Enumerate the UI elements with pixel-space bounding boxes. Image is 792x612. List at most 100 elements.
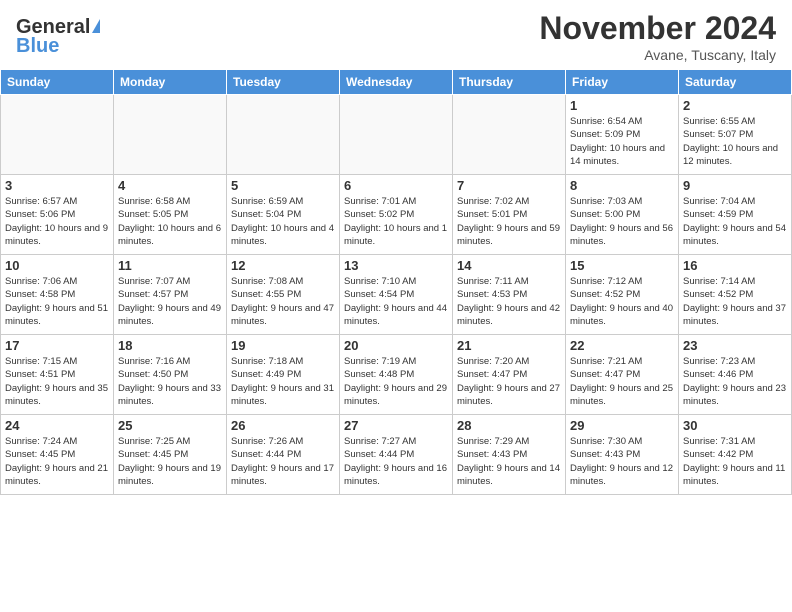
day-number: 28 [457,418,561,433]
day-info: Sunrise: 7:18 AM Sunset: 4:49 PM Dayligh… [231,355,335,408]
table-row [1,95,114,175]
table-row: 17 Sunrise: 7:15 AM Sunset: 4:51 PM Dayli… [1,335,114,415]
day-info: Sunrise: 6:57 AM Sunset: 5:06 PM Dayligh… [5,195,109,248]
day-info: Sunrise: 6:58 AM Sunset: 5:05 PM Dayligh… [118,195,222,248]
table-row: 5Sunrise: 6:59 AM Sunset: 5:04 PM Daylig… [227,175,340,255]
day-info: Sunrise: 7:06 AM Sunset: 4:58 PM Dayligh… [5,275,109,328]
col-tuesday: Tuesday [227,70,340,95]
day-info: Sunrise: 7:23 AM Sunset: 4:46 PM Dayligh… [683,355,787,408]
table-row [227,95,340,175]
table-row: 1 Sunrise: 6:54 AM Sunset: 5:09 PM Daylig… [566,95,679,175]
day-info: Sunrise: 7:10 AM Sunset: 4:54 PM Dayligh… [344,275,448,328]
table-row: 4 Sunrise: 6:58 AM Sunset: 5:05 PM Daylig… [114,175,227,255]
day-number: 13 [344,258,448,273]
day-number: 18 [118,338,222,353]
col-sunday: Sunday [1,70,114,95]
day-info: Sunrise: 6:54 AM Sunset: 5:09 PM Dayligh… [570,115,674,168]
day-number: 1 [570,98,674,113]
day-number: 23 [683,338,787,353]
table-row: 6 Sunrise: 7:01 AM Sunset: 5:02 PM Daylig… [340,175,453,255]
day-info: Sunrise: 7:03 AM Sunset: 5:00 PM Dayligh… [570,195,674,248]
day-info: Sunrise: 7:25 AM Sunset: 4:45 PM Dayligh… [118,435,222,488]
day-number: 4 [118,178,222,193]
day-number: 30 [683,418,787,433]
day-number: 20 [344,338,448,353]
table-row: 13 Sunrise: 7:10 AM Sunset: 4:54 PM Dayli… [340,255,453,335]
day-number: 10 [5,258,109,273]
day-info: Sunrise: 7:27 AM Sunset: 4:44 PM Dayligh… [344,435,448,488]
calendar-week-row: 1 Sunrise: 6:54 AM Sunset: 5:09 PM Daylig… [1,95,792,175]
col-wednesday: Wednesday [340,70,453,95]
day-info: Sunrise: 7:30 AM Sunset: 4:43 PM Dayligh… [570,435,674,488]
day-info: Sunrise: 7:01 AM Sunset: 5:02 PM Dayligh… [344,195,448,248]
calendar-table: Sunday Monday Tuesday Wednesday Thursday… [0,69,792,495]
col-friday: Friday [566,70,679,95]
day-number: 16 [683,258,787,273]
day-info: Sunrise: 7:07 AM Sunset: 4:57 PM Dayligh… [118,275,222,328]
table-row: 8 Sunrise: 7:03 AM Sunset: 5:00 PM Daylig… [566,175,679,255]
day-number: 2 [683,98,787,113]
day-info: Sunrise: 7:20 AM Sunset: 4:47 PM Dayligh… [457,355,561,408]
table-row: 14Sunrise: 7:11 AM Sunset: 4:53 PM Dayli… [453,255,566,335]
table-row: 24 Sunrise: 7:24 AM Sunset: 4:45 PM Dayli… [1,415,114,495]
table-row: 7 Sunrise: 7:02 AM Sunset: 5:01 PM Daylig… [453,175,566,255]
day-info: Sunrise: 7:24 AM Sunset: 4:45 PM Dayligh… [5,435,109,488]
day-number: 21 [457,338,561,353]
day-number: 12 [231,258,335,273]
day-info: Sunrise: 7:21 AM Sunset: 4:47 PM Dayligh… [570,355,674,408]
table-row: 18 Sunrise: 7:16 AM Sunset: 4:50 PM Dayli… [114,335,227,415]
day-info: Sunrise: 7:04 AM Sunset: 4:59 PM Dayligh… [683,195,787,248]
table-row: 2 Sunrise: 6:55 AM Sunset: 5:07 PM Daylig… [679,95,792,175]
day-info: Sunrise: 7:12 AM Sunset: 4:52 PM Dayligh… [570,275,674,328]
logo-blue-text: Blue [16,35,59,58]
day-info: Sunrise: 6:55 AM Sunset: 5:07 PM Dayligh… [683,115,787,168]
day-number: 8 [570,178,674,193]
day-info: Sunrise: 7:15 AM Sunset: 4:51 PM Dayligh… [5,355,109,408]
day-number: 7 [457,178,561,193]
table-row: 28Sunrise: 7:29 AM Sunset: 4:43 PM Dayli… [453,415,566,495]
day-number: 24 [5,418,109,433]
table-row: 20 Sunrise: 7:19 AM Sunset: 4:48 PM Dayli… [340,335,453,415]
table-row: 22Sunrise: 7:21 AM Sunset: 4:47 PM Dayli… [566,335,679,415]
day-info: Sunrise: 7:26 AM Sunset: 4:44 PM Dayligh… [231,435,335,488]
day-info: Sunrise: 7:02 AM Sunset: 5:01 PM Dayligh… [457,195,561,248]
day-info: Sunrise: 7:08 AM Sunset: 4:55 PM Dayligh… [231,275,335,328]
table-row: 30 Sunrise: 7:31 AM Sunset: 4:42 PM Dayli… [679,415,792,495]
day-info: Sunrise: 7:16 AM Sunset: 4:50 PM Dayligh… [118,355,222,408]
col-saturday: Saturday [679,70,792,95]
day-number: 9 [683,178,787,193]
day-number: 14 [457,258,561,273]
table-row: 23 Sunrise: 7:23 AM Sunset: 4:46 PM Dayli… [679,335,792,415]
page-wrapper: General Blue November 2024 Avane, Tuscan… [0,0,792,612]
title-block: November 2024 Avane, Tuscany, Italy [539,10,776,63]
table-row: 19 Sunrise: 7:18 AM Sunset: 4:49 PM Dayli… [227,335,340,415]
col-monday: Monday [114,70,227,95]
day-info: Sunrise: 6:59 AM Sunset: 5:04 PM Dayligh… [231,195,335,248]
day-number: 27 [344,418,448,433]
table-row [453,95,566,175]
calendar-week-row: 24 Sunrise: 7:24 AM Sunset: 4:45 PM Dayli… [1,415,792,495]
table-row [114,95,227,175]
day-info: Sunrise: 7:19 AM Sunset: 4:48 PM Dayligh… [344,355,448,408]
col-thursday: Thursday [453,70,566,95]
day-number: 26 [231,418,335,433]
day-number: 15 [570,258,674,273]
day-number: 11 [118,258,222,273]
table-row: 12 Sunrise: 7:08 AM Sunset: 4:55 PM Dayli… [227,255,340,335]
day-info: Sunrise: 7:14 AM Sunset: 4:52 PM Dayligh… [683,275,787,328]
table-row: 29 Sunrise: 7:30 AM Sunset: 4:43 PM Dayli… [566,415,679,495]
table-row: 3Sunrise: 6:57 AM Sunset: 5:06 PM Daylig… [1,175,114,255]
day-number: 19 [231,338,335,353]
table-row: 16 Sunrise: 7:14 AM Sunset: 4:52 PM Dayli… [679,255,792,335]
logo: General Blue [16,16,100,58]
day-number: 17 [5,338,109,353]
day-number: 6 [344,178,448,193]
day-info: Sunrise: 7:31 AM Sunset: 4:42 PM Dayligh… [683,435,787,488]
table-row: 27 Sunrise: 7:27 AM Sunset: 4:44 PM Dayli… [340,415,453,495]
calendar-header-row: Sunday Monday Tuesday Wednesday Thursday… [1,70,792,95]
table-row: 10 Sunrise: 7:06 AM Sunset: 4:58 PM Dayli… [1,255,114,335]
table-row: 11 Sunrise: 7:07 AM Sunset: 4:57 PM Dayli… [114,255,227,335]
table-row: 9 Sunrise: 7:04 AM Sunset: 4:59 PM Daylig… [679,175,792,255]
table-row: 15 Sunrise: 7:12 AM Sunset: 4:52 PM Dayli… [566,255,679,335]
day-number: 29 [570,418,674,433]
